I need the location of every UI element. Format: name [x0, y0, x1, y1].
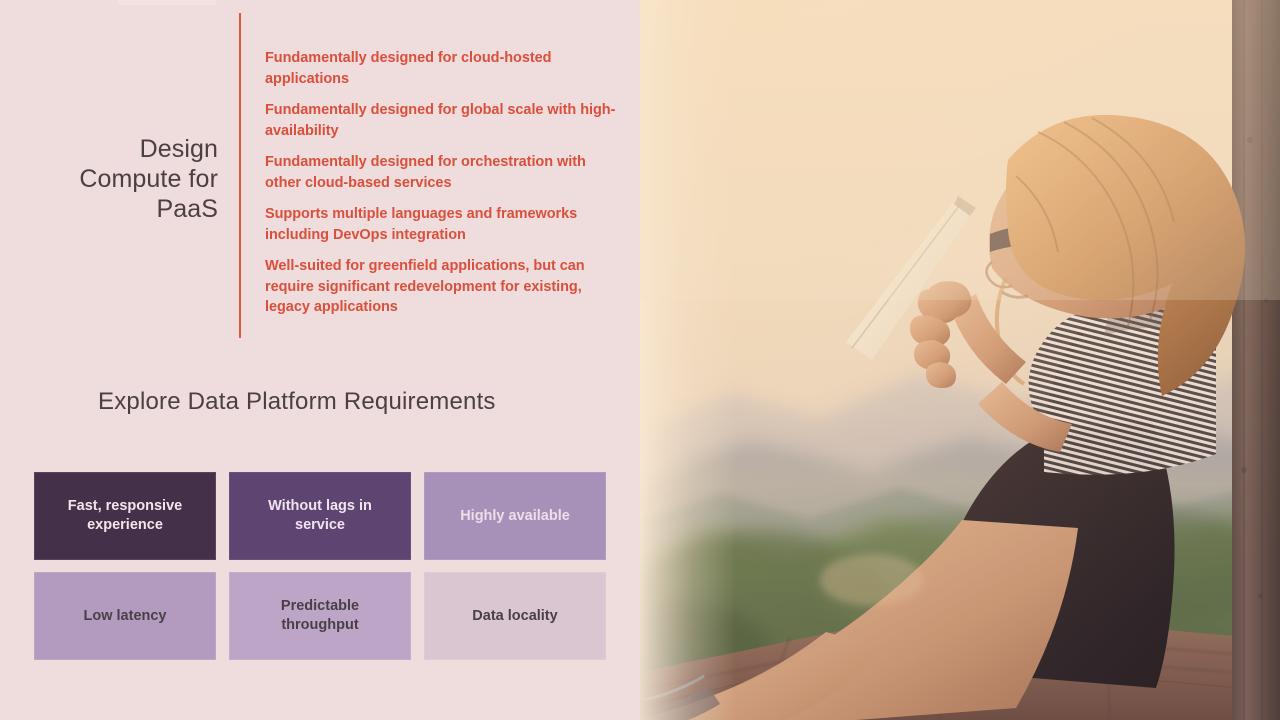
bullet-list: Fundamentally designed for cloud-hosted … [265, 48, 621, 318]
list-item: Well-suited for greenfield applications,… [265, 258, 585, 315]
requirement-card-label: Predictable throughput [280, 598, 360, 633]
page-title: Design Compute for PaaS [79, 135, 218, 223]
left-content-panel: Design Compute for PaaS Fundamentally de… [0, 0, 640, 720]
slide-canvas: Design Compute for PaaS Fundamentally de… [0, 0, 1280, 720]
list-item: Fundamentally designed for cloud-hosted … [265, 50, 552, 87]
requirement-card: Highly available [424, 472, 606, 560]
vertical-divider [239, 13, 241, 338]
photo-illustration [640, 0, 1280, 720]
list-item: Fundamentally designed for orchestration… [265, 154, 586, 191]
requirement-card: Without lags in service [229, 472, 411, 560]
decorative-photograph [640, 0, 1280, 720]
requirement-card: Low latency [34, 572, 216, 660]
requirement-card: Predictable throughput [229, 572, 411, 660]
requirement-card: Data locality [424, 572, 606, 660]
requirements-section-title: Explore Data Platform Requirements [98, 388, 496, 415]
requirement-card-grid: Fast, responsive experience Without lags… [34, 472, 606, 660]
list-item: Fundamentally designed for global scale … [265, 102, 616, 139]
requirement-card-label: Data locality [472, 607, 558, 624]
requirement-card-label: Low latency [83, 607, 167, 624]
top-accent-band [118, 0, 216, 5]
list-item: Supports multiple languages and framewor… [265, 206, 578, 243]
requirement-card-label: Without lags in service [268, 498, 372, 533]
requirement-card: Fast, responsive experience [34, 472, 216, 560]
requirement-card-label: Highly available [460, 507, 570, 524]
requirement-card-label: Fast, responsive experience [67, 498, 183, 533]
